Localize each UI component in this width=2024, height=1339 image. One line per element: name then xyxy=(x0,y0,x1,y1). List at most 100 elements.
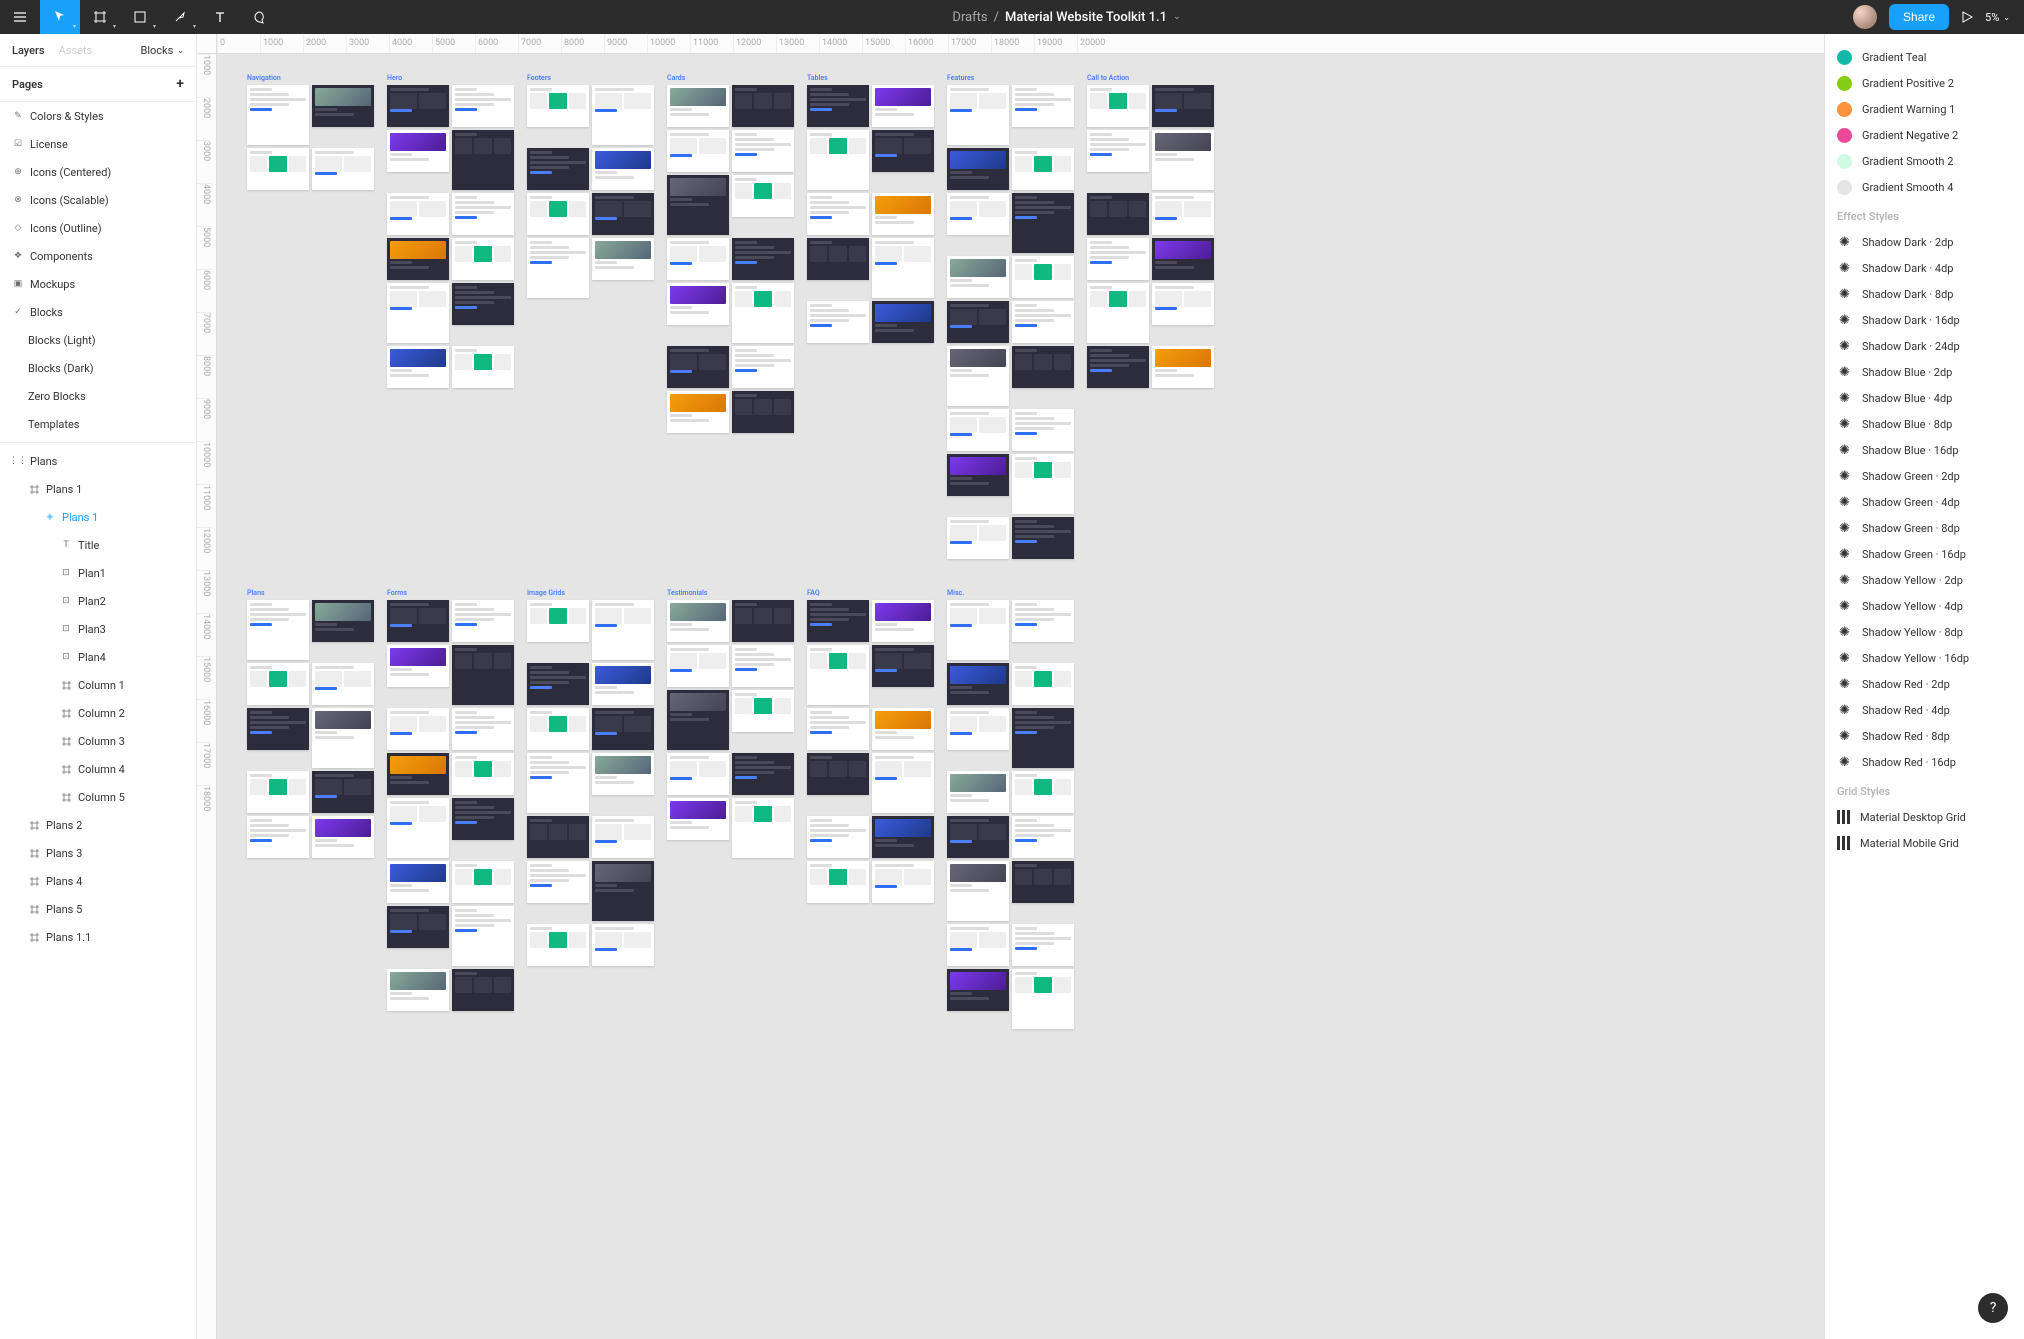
artboard-frame[interactable] xyxy=(947,148,1009,190)
artboard-frame[interactable] xyxy=(1152,346,1214,388)
layer-item[interactable]: ⊡Plan2 xyxy=(0,587,196,615)
artboard-frame[interactable] xyxy=(312,708,374,768)
artboard-frame[interactable] xyxy=(592,193,654,235)
artboard-frame[interactable] xyxy=(387,130,449,172)
effect-style-item[interactable]: ✺Shadow Dark · 16dp xyxy=(1825,307,2024,333)
color-style-item[interactable]: Gradient Teal xyxy=(1825,44,2024,70)
page-item[interactable]: Blocks (Dark) xyxy=(0,354,196,382)
artboard-frame[interactable] xyxy=(387,193,449,235)
page-item[interactable]: ⊕Icons (Centered) xyxy=(0,158,196,186)
avatar[interactable] xyxy=(1853,5,1877,29)
artboard-frame[interactable] xyxy=(527,663,589,705)
artboard-frame[interactable] xyxy=(947,816,1009,858)
effect-style-item[interactable]: ✺Shadow Dark · 24dp xyxy=(1825,333,2024,359)
artboard-frame[interactable] xyxy=(947,346,1009,406)
artboard-frame[interactable] xyxy=(247,816,309,858)
artboard-frame[interactable] xyxy=(1087,130,1149,172)
artboard-frame[interactable] xyxy=(947,301,1009,343)
artboard-frame[interactable] xyxy=(732,753,794,795)
breadcrumb[interactable]: Drafts / Material Website Toolkit 1.1 ⌄ xyxy=(280,10,1853,25)
layer-item[interactable]: Column 2 xyxy=(0,699,196,727)
artboard-frame[interactable] xyxy=(732,175,794,217)
artboard-frame[interactable] xyxy=(807,130,869,190)
artboard-frame[interactable] xyxy=(667,130,729,172)
artboard-frame[interactable] xyxy=(592,600,654,660)
color-style-item[interactable]: Gradient Warning 1 xyxy=(1825,96,2024,122)
artboard-frame[interactable] xyxy=(732,130,794,172)
layer-item[interactable]: ◈Plans 1 xyxy=(0,503,196,531)
artboard-frame[interactable] xyxy=(807,193,869,235)
effect-style-item[interactable]: ✺Shadow Blue · 4dp xyxy=(1825,385,2024,411)
artboard-frame[interactable] xyxy=(527,753,589,813)
artboard-frame[interactable] xyxy=(1087,85,1149,127)
artboard-frame[interactable] xyxy=(247,600,309,660)
artboard-frame[interactable] xyxy=(667,85,729,127)
layer-item[interactable]: Column 3 xyxy=(0,727,196,755)
artboard-frame[interactable] xyxy=(1087,283,1149,343)
layer-item[interactable]: Plans 5 xyxy=(0,895,196,923)
page-item[interactable]: ☑License xyxy=(0,130,196,158)
add-page-button[interactable]: + xyxy=(176,76,184,92)
artboard-frame[interactable] xyxy=(807,708,869,750)
artboard-frame[interactable] xyxy=(667,753,729,795)
grid-style-item[interactable]: Material Mobile Grid xyxy=(1825,830,2024,856)
artboard-frame[interactable] xyxy=(452,85,514,127)
artboard-frame[interactable] xyxy=(527,148,589,190)
artboard-frame[interactable] xyxy=(732,798,794,858)
artboard-frame[interactable] xyxy=(807,600,869,642)
page-item[interactable]: ◇Icons (Outline) xyxy=(0,214,196,242)
artboard-frame[interactable] xyxy=(1012,771,1074,813)
artboard-frame[interactable] xyxy=(1012,517,1074,559)
artboard-frame[interactable] xyxy=(872,301,934,343)
artboard-frame[interactable] xyxy=(387,798,449,858)
artboard-frame[interactable] xyxy=(452,346,514,388)
artboard-frame[interactable] xyxy=(807,301,869,343)
color-style-item[interactable]: Gradient Positive 2 xyxy=(1825,70,2024,96)
artboard-frame[interactable] xyxy=(527,238,589,298)
artboard-frame[interactable] xyxy=(387,645,449,687)
artboard-frame[interactable] xyxy=(732,391,794,433)
artboard-frame[interactable] xyxy=(947,517,1009,559)
artboard-frame[interactable] xyxy=(1152,85,1214,127)
artboard-frame[interactable] xyxy=(872,816,934,858)
pen-tool[interactable]: ▾ xyxy=(160,0,200,34)
artboard-frame[interactable] xyxy=(732,283,794,343)
artboard-frame[interactable] xyxy=(1012,346,1074,388)
artboard-frame[interactable] xyxy=(452,283,514,325)
effect-style-item[interactable]: ✺Shadow Blue · 16dp xyxy=(1825,437,2024,463)
artboard-frame[interactable] xyxy=(592,663,654,705)
artboard-frame[interactable] xyxy=(732,600,794,642)
artboard-frame[interactable] xyxy=(1012,454,1074,514)
frame-tool[interactable]: ▾ xyxy=(80,0,120,34)
artboard-frame[interactable] xyxy=(1012,148,1074,190)
artboard-frame[interactable] xyxy=(452,130,514,190)
artboard-frame[interactable] xyxy=(1012,85,1074,127)
layer-item[interactable]: Plans 2 xyxy=(0,811,196,839)
artboard-frame[interactable] xyxy=(452,906,514,966)
layer-item[interactable]: Plans 1 xyxy=(0,475,196,503)
layer-item[interactable]: ⊡Plan1 xyxy=(0,559,196,587)
effect-style-item[interactable]: ✺Shadow Green · 16dp xyxy=(1825,541,2024,567)
artboard-frame[interactable] xyxy=(527,924,589,966)
artboard-frame[interactable] xyxy=(387,969,449,1011)
artboard-frame[interactable] xyxy=(1012,301,1074,343)
present-button[interactable] xyxy=(1961,11,1973,23)
color-style-item[interactable]: Gradient Negative 2 xyxy=(1825,122,2024,148)
artboard-frame[interactable] xyxy=(947,85,1009,145)
zoom-control[interactable]: 5% ⌄ xyxy=(1985,11,2010,24)
effect-style-item[interactable]: ✺Shadow Blue · 8dp xyxy=(1825,411,2024,437)
artboard-frame[interactable] xyxy=(527,708,589,750)
artboard-frame[interactable] xyxy=(1012,924,1074,966)
layer-item[interactable]: Column 1 xyxy=(0,671,196,699)
artboard-frame[interactable] xyxy=(312,600,374,642)
artboard-frame[interactable] xyxy=(312,663,374,705)
artboard-frame[interactable] xyxy=(452,600,514,642)
artboard-frame[interactable] xyxy=(1152,283,1214,325)
page-item[interactable]: ✓Blocks xyxy=(0,298,196,326)
artboard-frame[interactable] xyxy=(947,708,1009,750)
artboard-frame[interactable] xyxy=(247,148,309,190)
artboard-frame[interactable] xyxy=(247,663,309,705)
artboard-frame[interactable] xyxy=(1087,238,1149,280)
page-item[interactable]: ❖Components xyxy=(0,242,196,270)
artboard-frame[interactable] xyxy=(872,238,934,298)
